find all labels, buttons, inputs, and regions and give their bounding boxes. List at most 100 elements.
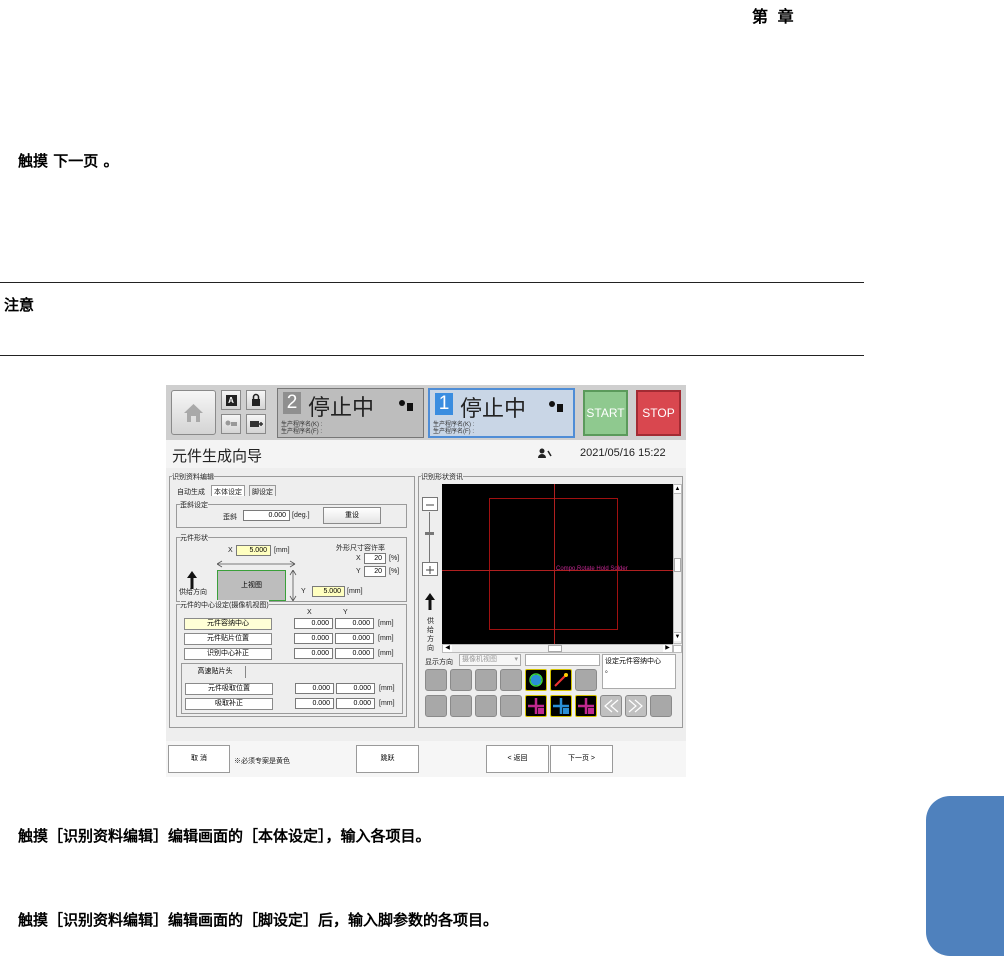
footer-bar: 取 消 ※必须专案是黄色 跳跃 < 返回 下一页 > [166, 741, 686, 777]
previous-button[interactable] [600, 695, 622, 717]
step-2-text: 触摸［识别资料编辑］编辑画面的［本体设定］，输入各项目。 [18, 827, 431, 845]
tool-button-1[interactable] [425, 669, 447, 691]
shape-y-field[interactable]: 5.000 [312, 586, 345, 597]
tool-button-last[interactable] [650, 695, 672, 717]
pick-tool-button[interactable] [550, 669, 572, 691]
tab-body-settings[interactable]: 本体设定 [211, 485, 245, 496]
row-recognition-offset-y[interactable]: 0.000 [335, 648, 374, 659]
chapter-side-tab [926, 796, 1004, 956]
left-group-title: 识别资料编辑 [172, 472, 214, 482]
recognition-canvas[interactable]: Compo.Rotate Hold Solder [442, 484, 673, 644]
cancel-button[interactable]: 取 消 [168, 745, 230, 773]
row-pick-offset-button[interactable]: 吸取补正 [185, 698, 273, 710]
tolerance-title: 外形尺寸容许率 [336, 545, 385, 552]
high-speed-head-tab[interactable]: 高速贴片头 [185, 666, 246, 678]
tilt-field[interactable]: 0.000 [243, 510, 290, 521]
row-pick-offset-x[interactable]: 0.000 [295, 698, 334, 709]
center-group: 元件的中心设定(摄像机视图) X Y 元件容纳中心 0.000 0.000 [m… [176, 600, 407, 717]
tool-button-11[interactable] [500, 695, 522, 717]
status-message-2: 。 [605, 667, 612, 674]
shape-group-title: 元件形状 [180, 533, 208, 543]
tool-button-8[interactable] [425, 695, 447, 717]
row-component-center-y[interactable]: 0.000 [335, 618, 374, 629]
corner-fit-button[interactable] [673, 645, 682, 653]
page-title: 元件生成向导 [172, 448, 263, 465]
auto-mode-button[interactable]: A [221, 390, 241, 410]
row-pick-position-y[interactable]: 0.000 [336, 683, 375, 694]
scroll-up-icon[interactable]: ▲ [674, 485, 681, 494]
tool-button-7[interactable] [575, 669, 597, 691]
tool-button-2[interactable] [450, 669, 472, 691]
row-mount-position-y[interactable]: 0.000 [335, 633, 374, 644]
row-recognition-offset-x[interactable]: 0.000 [294, 648, 333, 659]
row-mount-position-button[interactable]: 元件贴片位置 [184, 633, 272, 645]
row-recognition-offset-button[interactable]: 识别中心补正 [184, 648, 272, 660]
start-button[interactable]: START [583, 390, 628, 436]
lane-1-number: 1 [435, 393, 453, 415]
lane-2-status-panel[interactable]: 2 停止中 生产程序名(K) : 生产程序名(F) : [277, 388, 424, 438]
center-m-button[interactable] [550, 695, 572, 717]
plus-icon [426, 566, 434, 574]
next-button[interactable] [625, 695, 647, 717]
top-view-preview: 上视图 [217, 570, 286, 601]
canvas-overlay-label: Compo.Rotate Hold Solder [556, 566, 628, 572]
tab-lead-settings[interactable]: 脚设定 [249, 485, 276, 496]
tolerance-y-field[interactable]: 20 [364, 566, 386, 577]
next-page-button[interactable]: 下一页 > [550, 745, 613, 773]
zoom-out-button[interactable] [422, 497, 438, 511]
row-component-center-button[interactable]: 元件容纳中心 [184, 618, 272, 630]
tolerance-x-field[interactable]: 20 [364, 553, 386, 564]
minus-icon [426, 504, 434, 506]
row-pick-position-unit: [mm] [379, 685, 395, 692]
jump-button[interactable]: 跳跃 [356, 745, 419, 773]
tilt-group-title: 歪斜设定 [180, 500, 208, 510]
scroll-left-icon[interactable]: ◀ [443, 645, 452, 652]
shape-group: 元件形状 X 5.000 [mm] 外形尺寸容许率 X 20 [%] Y 20 … [176, 533, 407, 602]
horizontal-scrollbar[interactable]: ◀ ▶ [442, 644, 673, 653]
tool-button-9[interactable] [450, 695, 472, 717]
home-button[interactable] [171, 390, 216, 435]
row-mount-position-x[interactable]: 0.000 [294, 633, 333, 644]
operator-button[interactable] [221, 414, 241, 434]
shape-x-field[interactable]: 5.000 [236, 545, 271, 556]
center-p-button[interactable] [575, 695, 597, 717]
datetime: 2021/05/16 15:22 [580, 447, 666, 459]
zoom-slider-thumb[interactable] [425, 532, 434, 535]
scroll-down-icon[interactable]: ▼ [674, 632, 681, 641]
zoom-slider-track[interactable] [429, 512, 430, 562]
tool-button-3[interactable] [475, 669, 497, 691]
top-bar: A 2 停止中 生产程序名(K) : 生产程序名(F) : 1 停止中 生产程序… [166, 385, 686, 440]
feed-vertical-2: 给 [427, 627, 434, 634]
stop-button[interactable]: STOP [636, 390, 681, 436]
feed-vertical-4: 向 [427, 645, 434, 652]
reset-button[interactable]: 重设 [323, 507, 381, 524]
fast-forward-icon [628, 699, 643, 713]
vertical-scrollbar[interactable]: ▲ ▼ [673, 484, 682, 644]
lane-1-status-panel[interactable]: 1 停止中 生产程序名(K) : 生产程序名(F) : [428, 388, 575, 438]
back-button[interactable]: < 返回 [486, 745, 549, 773]
row-mount-position-unit: [mm] [378, 635, 394, 642]
vertical-scroll-thumb[interactable] [674, 558, 681, 572]
scroll-right-icon[interactable]: ▶ [663, 645, 672, 652]
tool-button-10[interactable] [475, 695, 497, 717]
shape-y-label: Y [301, 588, 306, 595]
center-s-button[interactable] [525, 695, 547, 717]
lane-2-number: 2 [283, 392, 301, 414]
usb-button[interactable] [246, 414, 266, 434]
tilt-group: 歪斜设定 歪斜 0.000 [deg.] 重设 [176, 500, 407, 528]
row-component-center-x[interactable]: 0.000 [294, 618, 333, 629]
lock-button[interactable] [246, 390, 266, 410]
row-pick-position-x[interactable]: 0.000 [295, 683, 334, 694]
rotate-tool-button[interactable] [525, 669, 547, 691]
tab-auto-generate[interactable]: 自动生成 [177, 487, 205, 497]
auto-a-icon: A [225, 395, 237, 406]
row-pick-position-button[interactable]: 元件吸取位置 [185, 683, 273, 695]
recognition-data-edit-panel: 识别资料编辑 自动生成 本体设定 脚设定 歪斜设定 歪斜 0.000 [deg.… [169, 472, 415, 728]
row-pick-offset-y[interactable]: 0.000 [336, 698, 375, 709]
zoom-in-button[interactable] [422, 562, 438, 576]
display-direction-select[interactable]: 摄像机视图 ▾ [459, 654, 521, 666]
tool-button-4[interactable] [500, 669, 522, 691]
horizontal-scroll-thumb[interactable] [548, 645, 562, 652]
operator-icon [225, 420, 237, 426]
high-speed-head-group: 高速贴片头 元件吸取位置 0.000 0.000 [mm] 吸取补正 0.000… [181, 663, 403, 714]
